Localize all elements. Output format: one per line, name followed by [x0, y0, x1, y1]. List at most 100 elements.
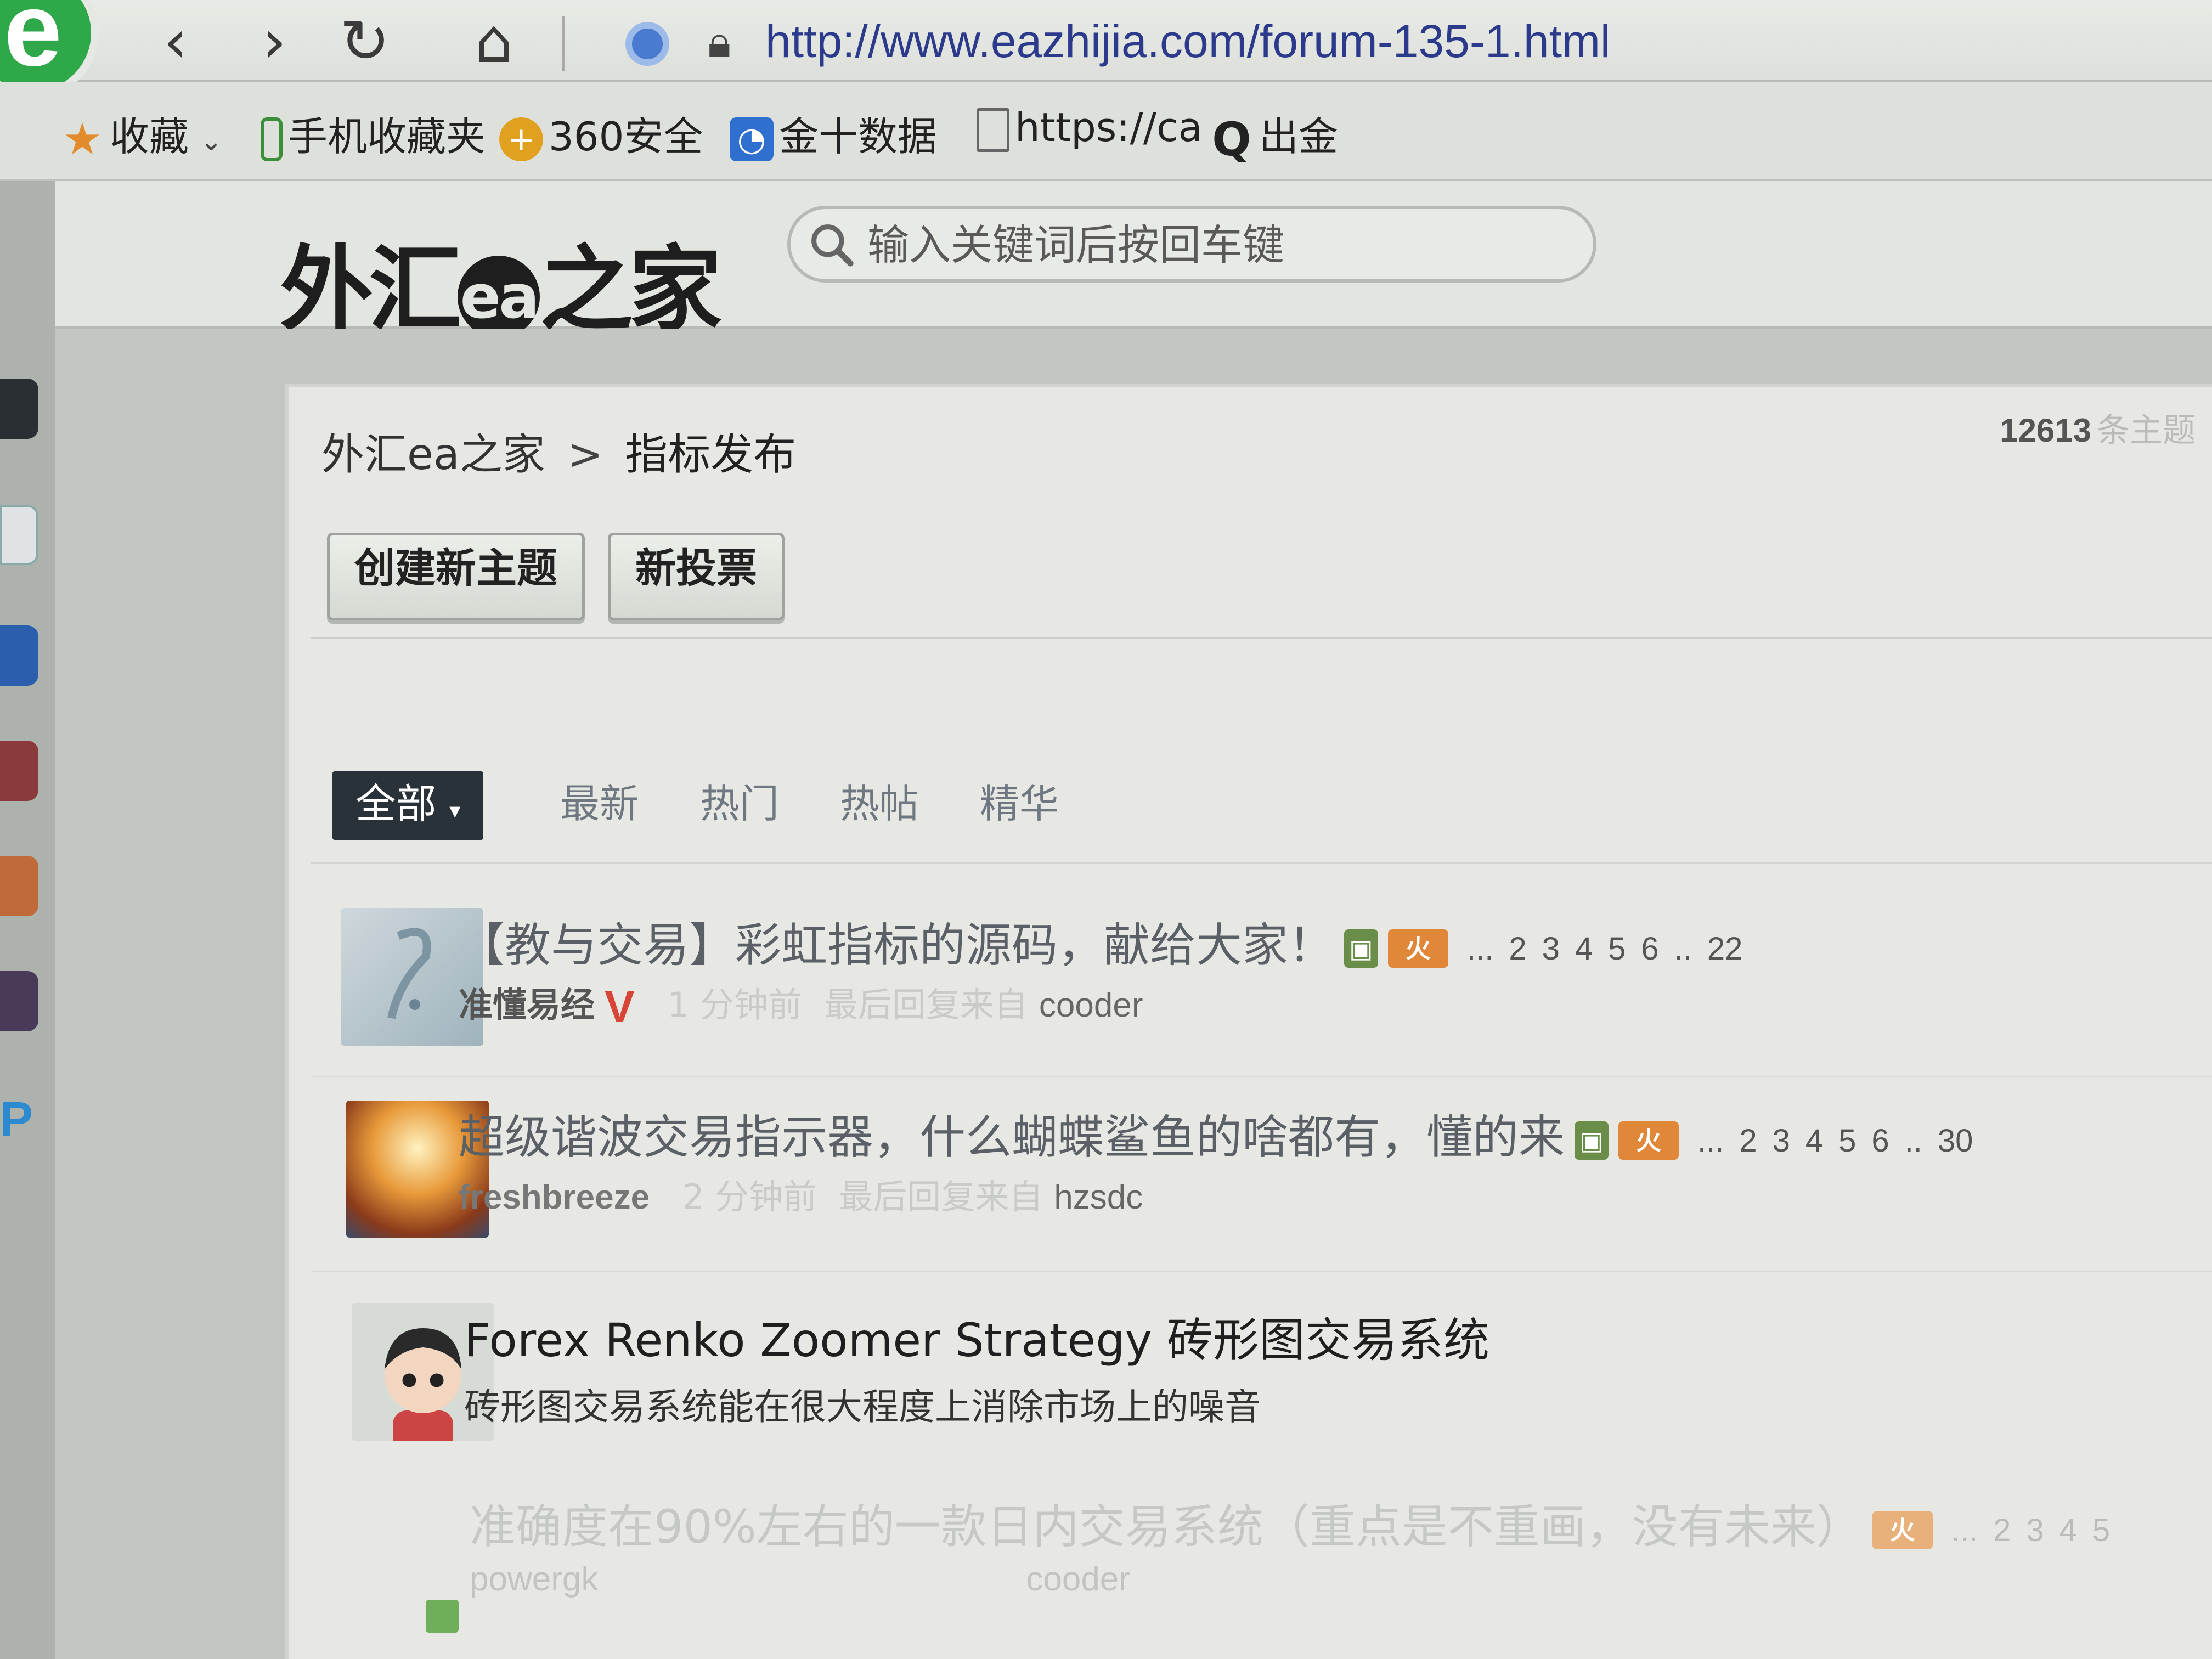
home-icon[interactable]: ⌂: [464, 11, 524, 71]
page-link[interactable]: 4: [1575, 931, 1593, 967]
back-icon[interactable]: ‹: [145, 11, 206, 71]
image-attachment-icon: ▣: [1344, 929, 1379, 968]
bookmark-https[interactable]: https://ca: [977, 104, 1203, 159]
sidebar-game-icon[interactable]: [0, 971, 38, 1031]
page-link[interactable]: 3: [1542, 931, 1560, 967]
last-reply-user[interactable]: hzsdc: [1054, 1178, 1143, 1216]
last-reply-label: 最后回复来自: [839, 1177, 1043, 1217]
page-ellipsis: ...: [1951, 1512, 1978, 1548]
divider: [311, 1271, 2212, 1272]
page-icon: [977, 108, 1009, 153]
toolbar-divider: [562, 16, 565, 71]
caret-down-icon: ▾: [449, 798, 461, 823]
vip-badge: V: [605, 981, 635, 1032]
thread-author[interactable]: freshbreeze: [459, 1178, 650, 1216]
create-thread-button[interactable]: 创建新主题: [327, 533, 585, 620]
page-link[interactable]: 30: [1938, 1123, 1973, 1159]
jin10-icon: ◔: [730, 117, 774, 162]
breadcrumb-separator: >: [567, 430, 603, 479]
tab-hot-posts[interactable]: 热帖: [840, 771, 919, 840]
thread-title-text[interactable]: 【教与交易】彩虹指标的源码，献给大家！: [459, 918, 1334, 972]
last-reply-user[interactable]: cooder: [1026, 1560, 1130, 1598]
filter-all-dropdown[interactable]: 全部 ▾: [332, 771, 483, 840]
thread-title[interactable]: 【教与交易】彩虹指标的源码，献给大家！ ▣ 火... 2 3 4 5 6.. 22: [459, 909, 1750, 972]
bookmark-label: 出金: [1259, 114, 1339, 160]
site-security-icon[interactable]: [625, 22, 669, 66]
thread-time: 2 分钟前: [682, 1177, 817, 1217]
page-link[interactable]: 5: [1608, 931, 1626, 967]
bookmarks-bar: ★ 收藏 ⌄ 手机收藏夹 +360安全 ◔ 金十数据 https://ca Q 出金: [0, 82, 2212, 181]
thread-time: 1 分钟前: [667, 985, 802, 1025]
page-link[interactable]: 2: [1509, 931, 1526, 967]
site-header: 外汇ea之家: [55, 181, 2212, 345]
url-field[interactable]: http://www.eazhijia.com/forum-135-1.html: [765, 11, 1611, 71]
bookmark-label: 手机收藏夹: [288, 114, 486, 160]
browser-sidebar: P: [0, 181, 55, 1659]
thread-row[interactable]: 超级谐波交易指示器，什么蝴蝶鲨鱼的啥都有，懂的来 ▣ 火... 2 3 4 5 6.. 30 f…: [294, 1101, 2212, 1293]
tab-latest[interactable]: 最新: [560, 771, 639, 840]
page-link[interactable]: 5: [1838, 1123, 1856, 1159]
page-ellipsis: ...: [1697, 1122, 1724, 1159]
thread-title-text[interactable]: 准确度在90%左右的一款日内交易系统（重点是不重画，没有未来）: [470, 1500, 1863, 1554]
forum-panel: 外汇ea之家 > 指标发布 12613 条主题 创建新主题 新投票 全部 ▾ 最新 热…: [285, 384, 2212, 1659]
tab-popular[interactable]: 热门: [700, 771, 779, 840]
filter-all-label: 全部: [355, 781, 437, 828]
breadcrumb-home-link[interactable]: 外汇ea之家: [321, 430, 545, 479]
page-link[interactable]: 6: [1641, 931, 1658, 967]
tab-featured[interactable]: 精华: [980, 771, 1059, 840]
page-link[interactable]: 3: [2026, 1513, 2044, 1548]
page-link[interactable]: 2: [1993, 1513, 2011, 1548]
page-link[interactable]: 2: [1739, 1123, 1757, 1159]
bookmark-jin10[interactable]: ◔ 金十数据: [730, 104, 938, 162]
thread-title[interactable]: 超级谐波交易指示器，什么蝴蝶鲨鱼的啥都有，懂的来 ▣ 火... 2 3 4 5 6.. 30: [459, 1101, 1980, 1164]
page-link[interactable]: 6: [1871, 1123, 1889, 1159]
thread-title[interactable]: Forex Renko Zoomer Strategy 砖形图交易系统: [464, 1304, 1489, 1367]
last-reply-user[interactable]: cooder: [1039, 986, 1143, 1024]
thread-pagination: ... 2 3 4 5: [1944, 1513, 2118, 1548]
thread-author[interactable]: powergk: [470, 1560, 598, 1598]
thread-row[interactable]: Forex Renko Zoomer Strategy 砖形图交易系统 砖形图交…: [300, 1304, 2212, 1496]
sidebar-notes-icon[interactable]: [0, 505, 38, 565]
lock-icon[interactable]: 🔒︎: [708, 16, 741, 67]
bookmark-label: 360安全: [549, 114, 703, 160]
breadcrumb-current[interactable]: 指标发布: [625, 430, 796, 479]
thread-meta: powergk cooder: [470, 1559, 1130, 1608]
sidebar-p-icon[interactable]: P: [0, 1092, 38, 1152]
search-input[interactable]: [867, 215, 1570, 275]
thread-count: 12613 条主题: [2000, 404, 2196, 459]
bookmark-favorites[interactable]: ★ 收藏 ⌄: [60, 104, 223, 161]
page-link[interactable]: 4: [1805, 1123, 1823, 1159]
reload-icon[interactable]: ↻: [335, 11, 395, 71]
bookmark-withdraw[interactable]: Q 出金: [1210, 104, 1339, 162]
bookmark-360[interactable]: +360安全: [499, 104, 703, 162]
page-link[interactable]: 5: [2092, 1513, 2110, 1548]
bookmark-label: https://ca: [1015, 104, 1203, 150]
search-box[interactable]: [787, 206, 1596, 283]
page-ellipsis: ...: [1467, 930, 1494, 967]
bookmark-label: 金十数据: [779, 114, 938, 160]
forward-icon[interactable]: ›: [244, 11, 304, 71]
thread-row[interactable]: 【教与交易】彩虹指标的源码，献给大家！ ▣ 火... 2 3 4 5 6.. 22 准懂易经 V 1…: [289, 909, 2212, 1101]
filter-tabs: 全部 ▾ 最新 热门 热帖 精华: [289, 771, 2212, 870]
thread-pagination: ... 2 3 4 5 6.. 22: [1459, 931, 1750, 967]
thread-author[interactable]: 准懂易经: [459, 985, 595, 1025]
site-logo[interactable]: 外汇ea之家: [280, 214, 722, 345]
thread-title-text[interactable]: 超级谐波交易指示器，什么蝴蝶鲨鱼的啥都有，懂的来: [459, 1110, 1565, 1164]
sidebar-app-icon[interactable]: [0, 379, 38, 439]
sidebar-game-icon[interactable]: [0, 741, 38, 801]
thread-row[interactable]: 准确度在90%左右的一款日内交易系统（重点是不重画，没有未来）火... 2 3 4 5 …: [305, 1490, 2212, 1659]
sidebar-game-icon[interactable]: [0, 856, 38, 916]
browser-address-bar: e ‹ › ↻ ⌂ 🔒︎ http://www.eazhijia.com/for…: [0, 0, 2212, 99]
thread-count-value: 12613: [2000, 412, 2091, 449]
thread-description: 砖形图交易系统能在很大程度上消除市场上的噪音: [464, 1386, 1261, 1428]
page-ellipsis: ..: [1674, 930, 1692, 967]
logo-ea-badge: ea: [458, 255, 540, 338]
thread-title[interactable]: 准确度在90%左右的一款日内交易系统（重点是不重画，没有未来）火... 2 3 4 5: [470, 1490, 2118, 1554]
page-link[interactable]: 22: [1707, 931, 1743, 967]
bookmark-mobile[interactable]: 手机收藏夹: [261, 104, 486, 162]
sidebar-blue-app-icon[interactable]: [0, 625, 38, 686]
new-poll-button[interactable]: 新投票: [608, 533, 785, 620]
chevron-down-icon: ⌄: [200, 125, 223, 157]
page-link[interactable]: 3: [1773, 1123, 1790, 1159]
page-link[interactable]: 4: [2059, 1513, 2077, 1548]
